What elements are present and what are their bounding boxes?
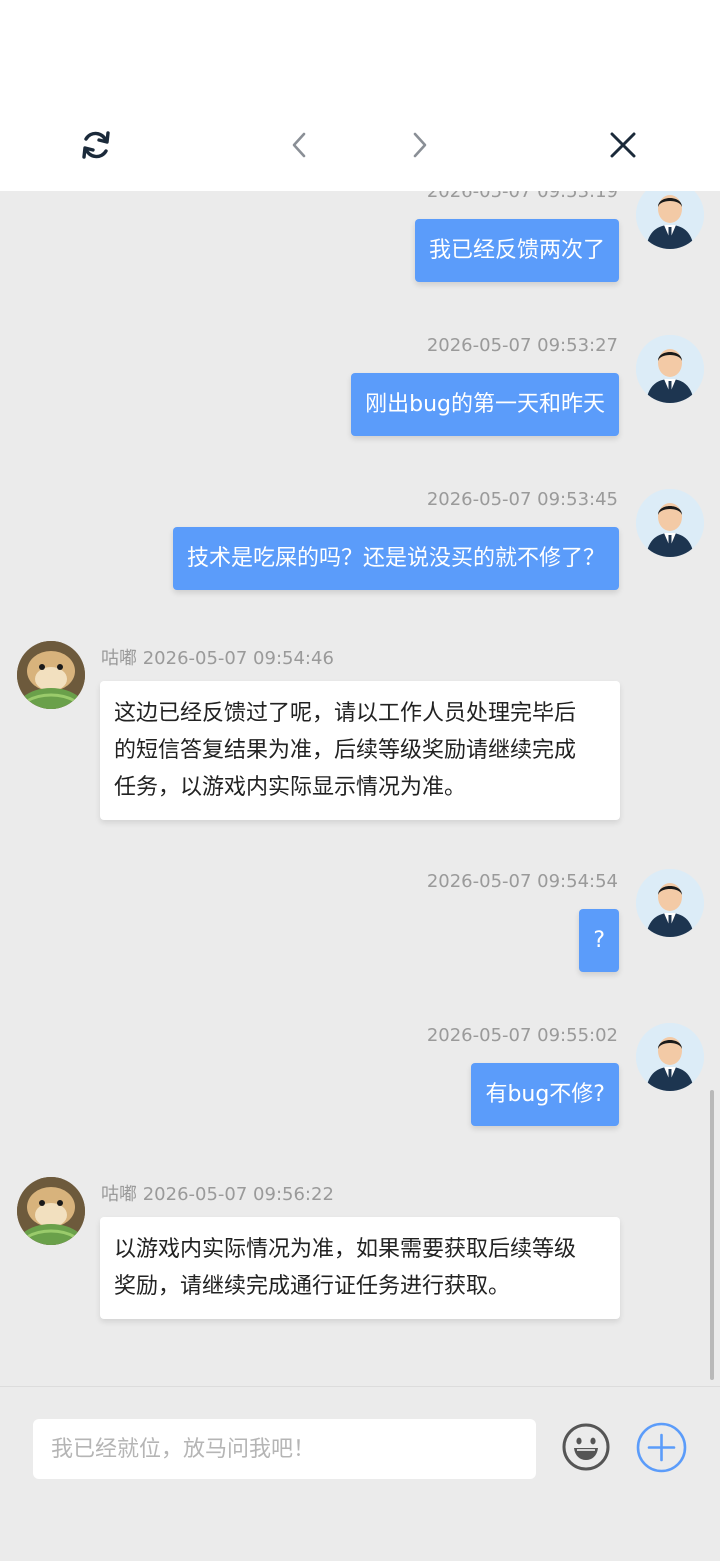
top-toolbar xyxy=(0,0,720,191)
message-timestamp: 2026-05-07 09:53:27 xyxy=(426,335,618,356)
message-line: 奖励，请继续完成通行证任务进行获取。 xyxy=(114,1274,511,1299)
message-incoming: 咕嘟 2026-05-07 09:54:46 这边已经反馈过了呢，请以工作人员处… xyxy=(0,639,720,829)
message-outgoing: 2026-05-07 09:53:45 技术是吃屎的吗？还是说没买的就不修了？ xyxy=(0,485,720,595)
refresh-button[interactable] xyxy=(68,118,124,172)
message-outgoing: 2026-05-07 09:53:27 刚出bug的第一天和昨天 xyxy=(0,331,720,441)
message-line: 这边已经反馈过了呢，请以工作人员处理完毕后 xyxy=(114,701,577,726)
user-avatar xyxy=(636,1023,704,1091)
forward-button[interactable] xyxy=(391,118,447,172)
emoji-icon xyxy=(562,1423,610,1471)
message-bubble: 有bug不修? xyxy=(471,1063,619,1126)
message-bubble: 刚出bug的第一天和昨天 xyxy=(351,373,619,436)
message-line: 的短信答复结果为准，后续等级奖励请继续完成 xyxy=(114,738,577,763)
message-bubble: 我已经反馈两次了 xyxy=(414,219,619,282)
message-outgoing: 2026-05-07 09:55:02 有bug不修? xyxy=(0,1021,720,1131)
agent-avatar xyxy=(17,641,85,709)
message-timestamp: 2026-05-07 09:53:45 xyxy=(426,489,618,510)
message-timestamp: 咕嘟 2026-05-07 09:56:22 xyxy=(101,1184,334,1205)
user-avatar xyxy=(636,335,704,403)
message-bubble: ? xyxy=(579,909,619,972)
message-outgoing: 2026-05-07 09:53:19 我已经反馈两次了 xyxy=(0,191,720,287)
plus-icon xyxy=(636,1422,687,1473)
message-input[interactable] xyxy=(33,1419,536,1479)
message-bubble: 技术是吃屎的吗？还是说没买的就不修了？ xyxy=(172,527,619,590)
close-button[interactable] xyxy=(595,118,651,172)
message-incoming: 咕嘟 2026-05-07 09:56:22 以游戏内实际情况为准，如果需要获取… xyxy=(0,1175,720,1325)
message-timestamp: 2026-05-07 09:53:19 xyxy=(426,191,618,202)
message-outgoing: 2026-05-07 09:54:54 ? xyxy=(0,867,720,977)
plus-button[interactable] xyxy=(634,1420,689,1475)
message-line: 以游戏内实际情况为准，如果需要获取后续等级 xyxy=(114,1237,577,1262)
close-icon xyxy=(610,132,636,158)
message-timestamp: 2026-05-07 09:55:02 xyxy=(426,1025,618,1046)
back-button[interactable] xyxy=(272,118,328,172)
message-timestamp: 2026-05-07 09:54:54 xyxy=(426,871,618,892)
chevron-right-icon xyxy=(413,132,427,158)
refresh-icon xyxy=(82,131,110,159)
user-avatar xyxy=(636,869,704,937)
user-avatar xyxy=(636,191,704,249)
chat-scrollbar[interactable] xyxy=(710,1090,714,1380)
agent-avatar xyxy=(17,1177,85,1245)
message-composer xyxy=(0,1386,720,1561)
message-bubble: 以游戏内实际情况为准，如果需要获取后续等级 奖励，请继续完成通行证任务进行获取。 xyxy=(100,1217,620,1319)
message-bubble: 这边已经反馈过了呢，请以工作人员处理完毕后 的短信答复结果为准，后续等级奖励请继… xyxy=(100,681,620,820)
chevron-left-icon xyxy=(292,132,306,158)
chat-transcript[interactable]: 2026-05-07 09:53:19 我已经反馈两次了 2026-05-07 … xyxy=(0,191,720,1386)
emoji-button[interactable] xyxy=(560,1421,612,1473)
message-timestamp: 咕嘟 2026-05-07 09:54:46 xyxy=(101,648,334,669)
message-line: 任务，以游戏内实际显示情况为准。 xyxy=(114,775,467,800)
user-avatar xyxy=(636,489,704,557)
